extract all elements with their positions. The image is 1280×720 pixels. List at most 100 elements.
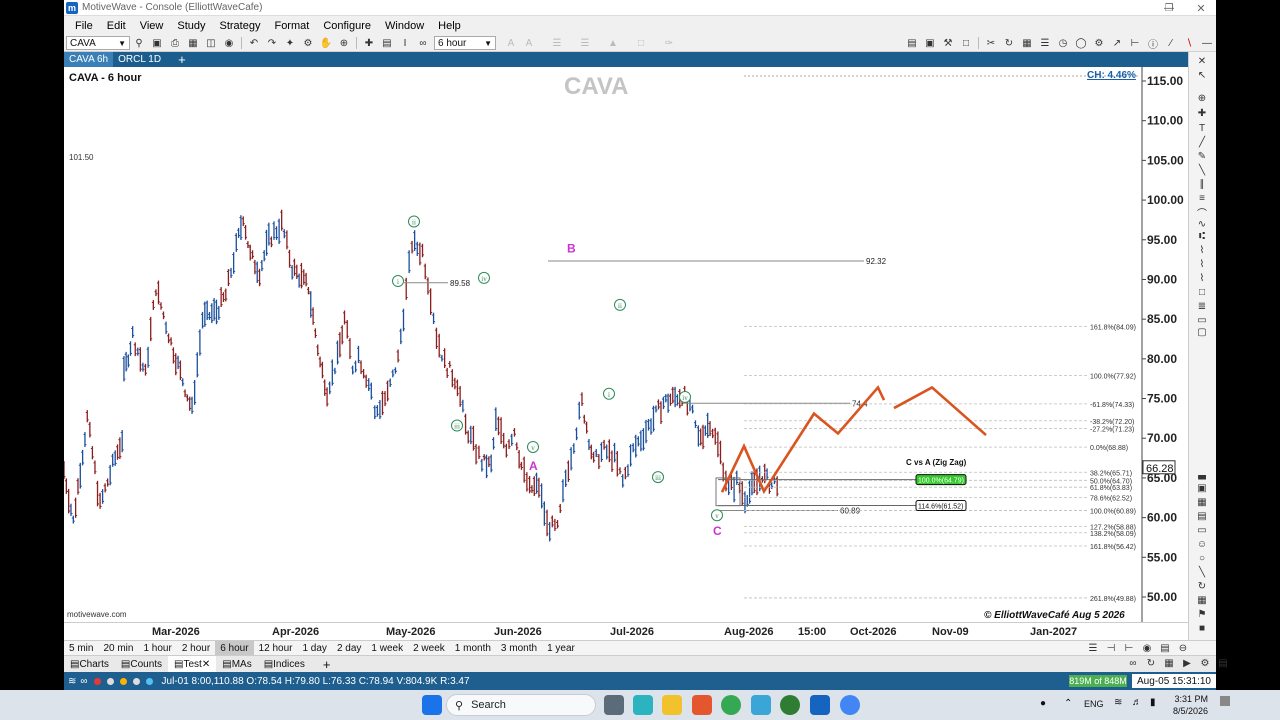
search-icon[interactable]: ⚲: [132, 36, 146, 50]
line-style-icon[interactable]: ☰: [550, 36, 564, 50]
brave-browser-icon[interactable]: [692, 695, 712, 715]
line-draw-icon[interactable]: ∕: [1164, 36, 1178, 50]
image-icon[interactable]: ▣: [1195, 482, 1209, 494]
font-size-icon[interactable]: A: [504, 36, 518, 50]
redo-icon[interactable]: ↷: [265, 36, 279, 50]
hand-icon[interactable]: ✋: [319, 36, 333, 50]
taskbar-clock[interactable]: 3:31 PM 8/5/2026: [1168, 693, 1208, 717]
grid-icon[interactable]: ▦: [1020, 36, 1034, 50]
arc-icon[interactable]: ⌒: [1195, 206, 1209, 220]
add-tab-icon[interactable]: +: [178, 52, 186, 67]
eye-icon[interactable]: ◉: [1140, 641, 1154, 655]
menu-configure[interactable]: Configure: [316, 20, 378, 32]
symbol-combo[interactable]: CAVA ▼: [66, 36, 130, 50]
app-icon[interactable]: [751, 695, 771, 715]
ruler-icon[interactable]: ▭: [1195, 524, 1209, 536]
globe-icon[interactable]: ◯: [1074, 36, 1088, 50]
menu-study[interactable]: Study: [170, 20, 212, 32]
battery-icon[interactable]: ▮: [1150, 697, 1156, 708]
wand-icon[interactable]: ✦: [283, 36, 297, 50]
line-icon[interactable]: ╱: [1195, 136, 1209, 148]
brush-icon[interactable]: ✎: [1195, 150, 1209, 162]
channel-icon[interactable]: ∥: [1195, 178, 1209, 190]
fill-icon[interactable]: □: [634, 36, 648, 50]
play-icon[interactable]: ▶: [1180, 656, 1194, 670]
bottom-tab-indices[interactable]: ▤ Indices: [258, 656, 311, 673]
close-icon[interactable]: ✕: [1186, 0, 1216, 16]
motivewave-taskbar-icon[interactable]: [810, 695, 830, 715]
settings-icon[interactable]: ⚙: [1198, 656, 1212, 670]
undo-icon[interactable]: ↶: [247, 36, 261, 50]
bar-size-option[interactable]: 6 hour: [215, 640, 254, 656]
camera-icon[interactable]: ◉: [222, 36, 236, 50]
ray-icon[interactable]: ╲: [1195, 164, 1209, 176]
print-icon[interactable]: ⎙: [168, 36, 182, 50]
note-icon[interactable]: ▭: [1195, 314, 1209, 326]
menu-edit[interactable]: Edit: [100, 20, 133, 32]
chrome-icon[interactable]: [721, 695, 741, 715]
menu-window[interactable]: Window: [378, 20, 431, 32]
shape-icon[interactable]: ▢: [1195, 326, 1209, 338]
wave-icon[interactable]: ∿: [1195, 218, 1209, 230]
bar-icon[interactable]: ▃: [1195, 468, 1209, 480]
brush-icon[interactable]: ✑: [662, 36, 676, 50]
menu-file[interactable]: File: [68, 20, 100, 32]
chart-area[interactable]: 115.00 110.00 105.00 100.00 95.00 90.00 85.00 8…: [64, 67, 1188, 641]
arrow-icon[interactable]: ↗: [1110, 36, 1124, 50]
zoom-out-icon[interactable]: ⊖: [1176, 641, 1190, 655]
menu-view[interactable]: View: [133, 20, 171, 32]
grid-icon[interactable]: ▦: [1195, 496, 1209, 508]
close-tab-icon[interactable]: ✕: [202, 659, 210, 670]
red-line-icon[interactable]: ∖: [1182, 36, 1196, 50]
text-icon[interactable]: T: [1195, 122, 1209, 134]
bar-size-option[interactable]: 20 min: [98, 641, 138, 656]
crosshair-icon[interactable]: ✚: [1195, 107, 1209, 119]
bar-size-option[interactable]: 2 hour: [177, 641, 215, 656]
file-explorer-icon[interactable]: [662, 695, 682, 715]
app-green-icon[interactable]: [780, 695, 800, 715]
bar-size-option[interactable]: 2 day: [332, 641, 366, 656]
task-view-icon[interactable]: [604, 695, 624, 715]
folder-icon[interactable]: ◫: [204, 36, 218, 50]
chevron-up-icon[interactable]: ⌃: [1064, 698, 1072, 709]
link-chart-icon[interactable]: ∞: [1126, 656, 1140, 670]
price-chart[interactable]: 115.00 110.00 105.00 100.00 95.00 90.00 85.00 8…: [64, 67, 1188, 641]
bar-size-option[interactable]: 1 week: [366, 641, 408, 656]
cycle-icon[interactable]: ↻: [1195, 580, 1209, 592]
color-icon[interactable]: ▲: [606, 36, 620, 50]
menu-icon[interactable]: ☰: [1086, 641, 1100, 655]
refresh-data-icon[interactable]: ↻: [1144, 656, 1158, 670]
chart-type-icon[interactable]: □: [959, 36, 973, 50]
collapse-icon[interactable]: —: [1200, 36, 1214, 50]
gear-icon[interactable]: ⚙: [301, 36, 315, 50]
bottom-tab-mas[interactable]: ▤ MAs: [216, 656, 257, 673]
refresh-icon[interactable]: ↻: [1002, 36, 1016, 50]
menu-format[interactable]: Format: [267, 20, 316, 32]
zoom-in-icon[interactable]: ⊕: [1195, 92, 1209, 104]
bottom-tab-test[interactable]: ▤ Test ✕: [168, 655, 217, 673]
bar-size-option[interactable]: 3 month: [496, 641, 542, 656]
box-icon[interactable]: □: [1195, 286, 1209, 298]
crosshair-icon[interactable]: ✚: [362, 36, 376, 50]
pitchfork-icon[interactable]: ⑆: [1195, 230, 1209, 242]
language-indicator[interactable]: ENG: [1084, 699, 1104, 709]
restore-icon[interactable]: ❐: [1154, 0, 1184, 16]
fib-ext-icon[interactable]: ≣: [1195, 300, 1209, 312]
list-icon[interactable]: ☰: [1038, 36, 1052, 50]
collapse-bars-icon[interactable]: ⊣: [1104, 641, 1118, 655]
layout-grid-icon[interactable]: ▦: [1162, 656, 1176, 670]
wifi-icon[interactable]: ≋: [1114, 697, 1122, 708]
taskbar-search[interactable]: ⚲ Search: [446, 694, 596, 716]
zoom-icon[interactable]: ⊕: [337, 36, 351, 50]
pointer-icon[interactable]: ↖: [1195, 69, 1209, 81]
elliott-auto-icon[interactable]: ⌇: [1195, 272, 1209, 284]
bar-size-option[interactable]: 1 hour: [138, 641, 176, 656]
bottom-tab-charts[interactable]: ▤ Charts: [64, 656, 115, 673]
speaker-icon[interactable]: ♬: [1132, 697, 1142, 708]
clock-icon[interactable]: ◷: [1056, 36, 1070, 50]
new-chart-icon[interactable]: ▣: [150, 36, 164, 50]
bottom-tab-counts[interactable]: ▤ Counts: [115, 656, 168, 673]
link-icon[interactable]: ∞: [416, 36, 430, 50]
ray-draw-icon[interactable]: ╲: [1195, 566, 1209, 578]
bar-size-combo[interactable]: 6 hour ▼: [434, 36, 496, 50]
